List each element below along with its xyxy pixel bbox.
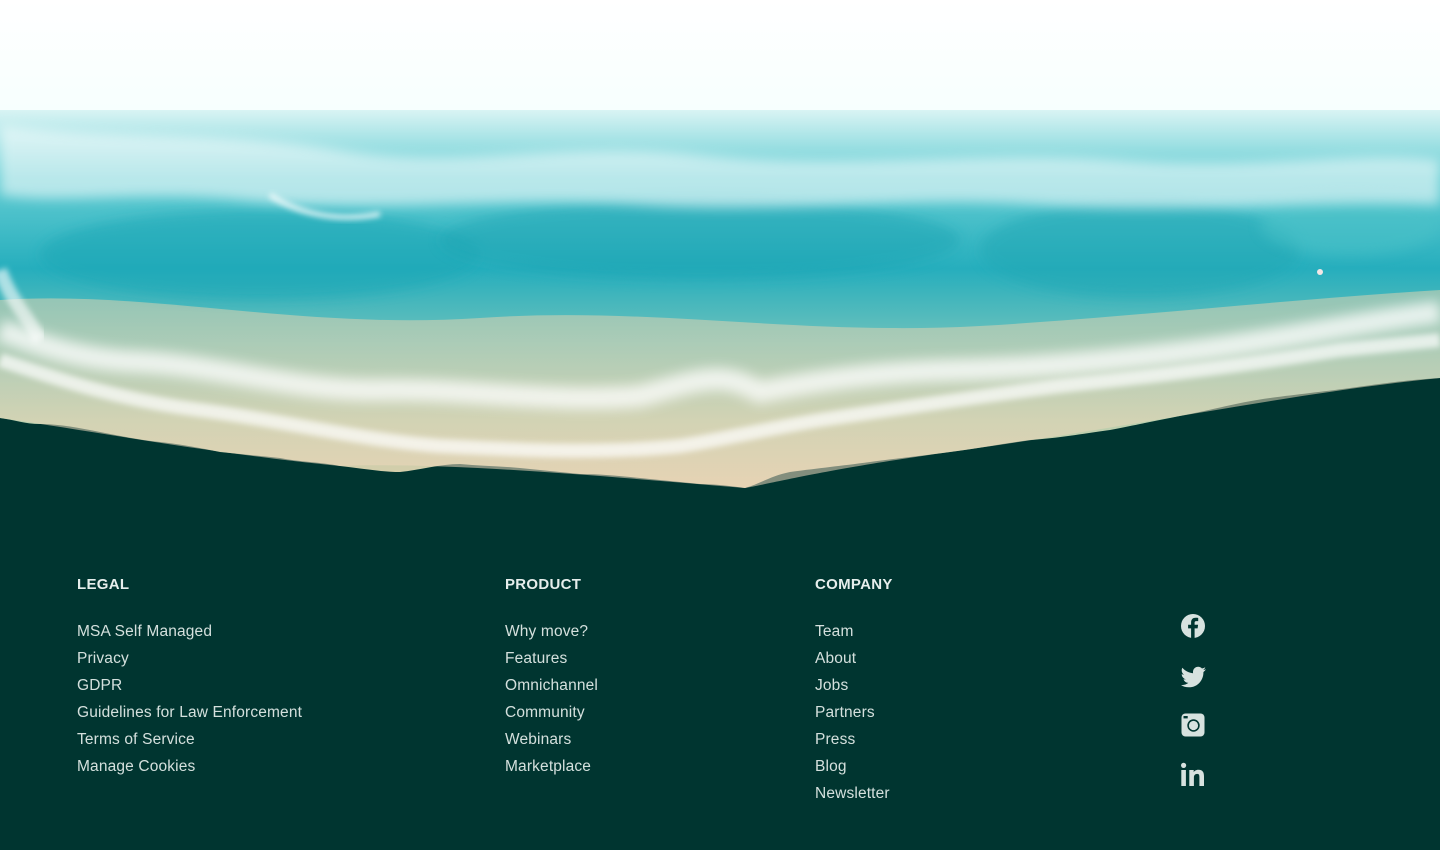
list-item: Webinars <box>505 730 598 757</box>
list-item: Jobs <box>815 676 893 703</box>
footer-heading-legal: LEGAL <box>77 576 130 593</box>
list-item: Omnichannel <box>505 676 598 703</box>
list-item: MSA Self Managed <box>77 622 302 649</box>
list-item: Partners <box>815 703 893 730</box>
footer-link-omnichannel[interactable]: Omnichannel <box>505 677 598 694</box>
footer-link-team[interactable]: Team <box>815 623 854 640</box>
facebook-link[interactable] <box>1178 611 1208 641</box>
footer-link-about[interactable]: About <box>815 650 856 667</box>
footer-heading-product: PRODUCT <box>505 576 582 593</box>
list-item: Manage Cookies <box>77 757 302 784</box>
list-item: About <box>815 649 893 676</box>
instagram-link[interactable] <box>1178 710 1208 740</box>
footer-link-webinars[interactable]: Webinars <box>505 731 571 748</box>
list-item: Press <box>815 730 893 757</box>
footer-link-list-product: Why move? Features Omnichannel Community… <box>505 622 598 784</box>
list-item: Terms of Service <box>77 730 302 757</box>
footer-link-blog[interactable]: Blog <box>815 758 847 775</box>
footer-link-why-move[interactable]: Why move? <box>505 623 588 640</box>
footer-link-privacy[interactable]: Privacy <box>77 650 129 667</box>
linkedin-link[interactable] <box>1178 760 1208 790</box>
footer-link-features[interactable]: Features <box>505 650 567 667</box>
list-item: Guidelines for Law Enforcement <box>77 703 302 730</box>
footer-link-marketplace[interactable]: Marketplace <box>505 758 591 775</box>
list-item: Team <box>815 622 893 649</box>
footer-link-manage-cookies[interactable]: Manage Cookies <box>77 758 195 775</box>
list-item: Blog <box>815 757 893 784</box>
footer-link-list-legal: MSA Self Managed Privacy GDPR Guidelines… <box>77 622 302 784</box>
footer-link-msa-self-managed[interactable]: MSA Self Managed <box>77 623 212 640</box>
footer-heading-company: COMPANY <box>815 576 893 593</box>
twitter-link[interactable] <box>1178 661 1208 691</box>
footer-column-product: PRODUCT Why move? Features Omnichannel C… <box>505 576 598 784</box>
footer-link-partners[interactable]: Partners <box>815 704 875 721</box>
footer-link-gdpr[interactable]: GDPR <box>77 677 122 694</box>
beach-hero-image <box>0 0 1440 520</box>
footer-column-company: COMPANY Team About Jobs Partners Press B… <box>815 576 893 811</box>
list-item: Marketplace <box>505 757 598 784</box>
list-item: Newsletter <box>815 784 893 811</box>
social-links <box>1178 611 1210 809</box>
page: LEGAL MSA Self Managed Privacy GDPR Guid… <box>0 0 1440 850</box>
list-item: Community <box>505 703 598 730</box>
footer-link-terms-of-service[interactable]: Terms of Service <box>77 731 195 748</box>
footer-link-newsletter[interactable]: Newsletter <box>815 785 890 802</box>
linkedin-icon <box>1181 762 1204 786</box>
list-item: GDPR <box>77 676 302 703</box>
footer-link-list-company: Team About Jobs Partners Press Blog News… <box>815 622 893 811</box>
footer-link-community[interactable]: Community <box>505 704 585 721</box>
footer-link-press[interactable]: Press <box>815 731 855 748</box>
instagram-icon <box>1181 713 1205 737</box>
twitter-icon <box>1180 666 1206 687</box>
footer-link-law-enforcement[interactable]: Guidelines for Law Enforcement <box>77 704 302 721</box>
list-item: Privacy <box>77 649 302 676</box>
footer-column-legal: LEGAL MSA Self Managed Privacy GDPR Guid… <box>77 576 302 784</box>
list-item: Why move? <box>505 622 598 649</box>
footer-link-jobs[interactable]: Jobs <box>815 677 848 694</box>
list-item: Features <box>505 649 598 676</box>
facebook-icon <box>1181 614 1205 638</box>
